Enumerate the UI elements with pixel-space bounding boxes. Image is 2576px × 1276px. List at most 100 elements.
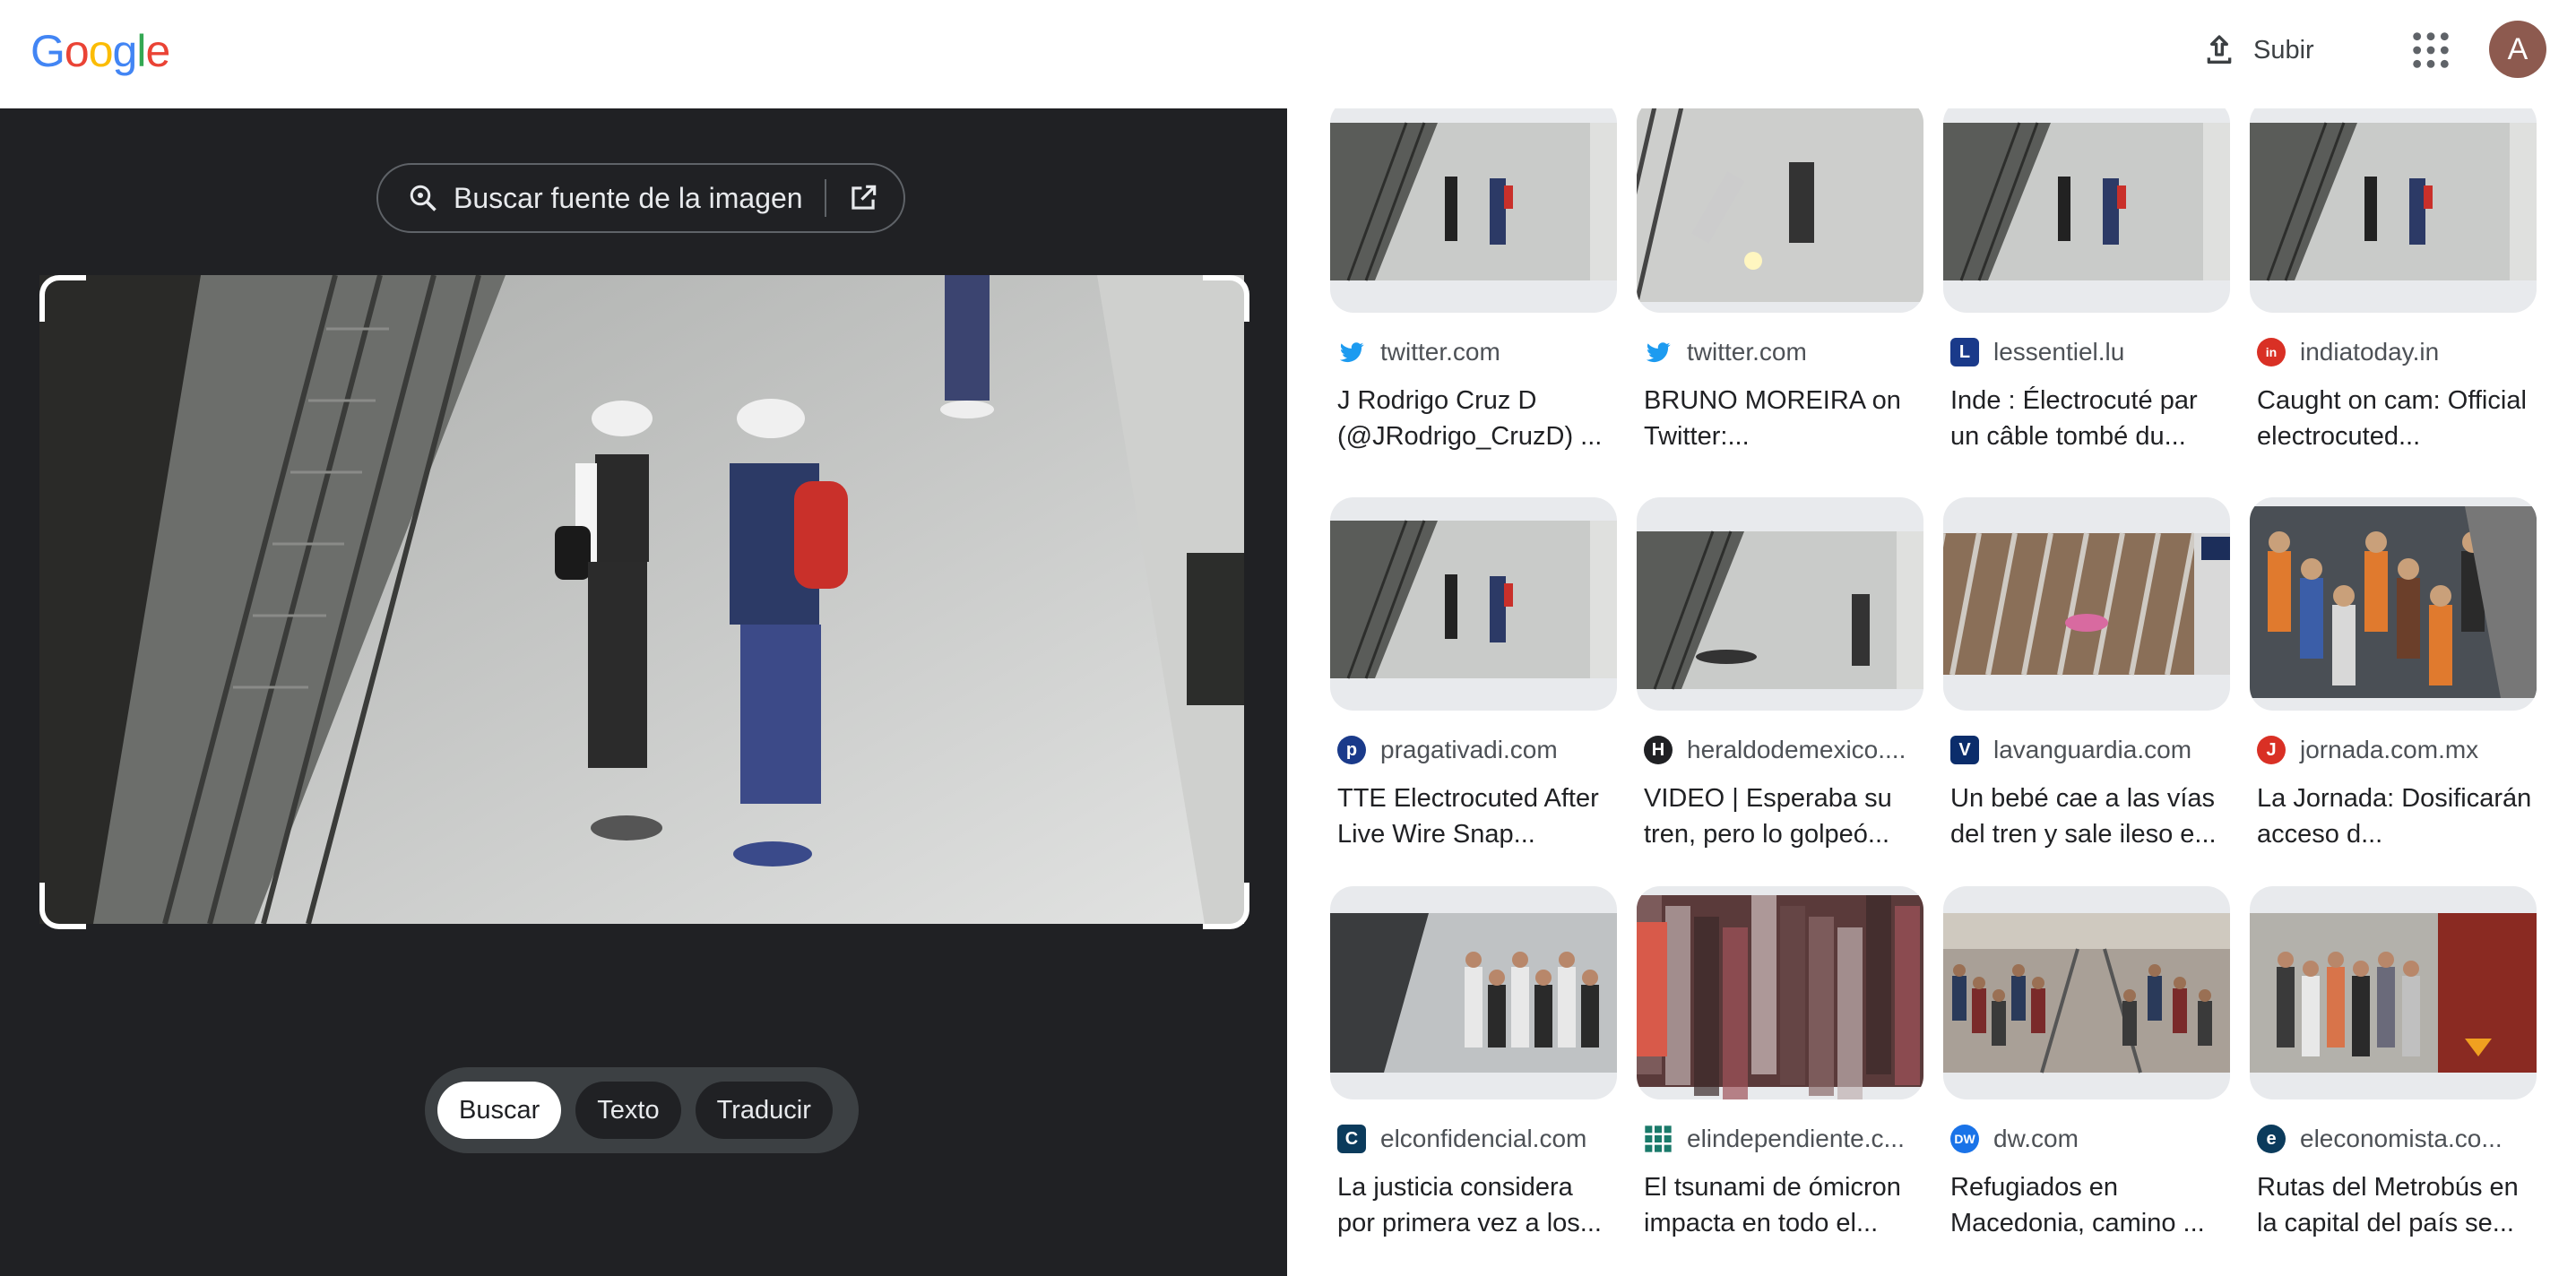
site-favicon-icon: C: [1337, 1125, 1366, 1153]
top-bar: Google Subir A: [0, 0, 2576, 108]
result-thumbnail[interactable]: [1943, 497, 2230, 711]
visual-match-result[interactable]: Celconfidencial.com La justicia considera…: [1330, 886, 1617, 1241]
visual-match-result[interactable]: twitter.com BRUNO MOREIRA on Twitter:...: [1637, 108, 1923, 454]
find-image-source-button[interactable]: Buscar fuente de la imagen: [376, 163, 905, 233]
result-source-name: elindependiente.c...: [1687, 1125, 1905, 1152]
result-thumbnail[interactable]: [2250, 886, 2537, 1099]
result-source[interactable]: elindependiente.c...: [1637, 1125, 1923, 1153]
mode-text-button[interactable]: Texto: [575, 1082, 681, 1139]
site-favicon-icon: in: [2257, 338, 2286, 366]
result-title[interactable]: Rutas del Metrobús en la capital del paí…: [2250, 1169, 2537, 1241]
visual-match-result[interactable]: elindependiente.c... El tsunami de ómicro…: [1637, 886, 1923, 1241]
result-thumbnail[interactable]: [1637, 497, 1923, 711]
visual-match-result[interactable]: DW dw.com Refugiados en Macedonia, camino …: [1943, 886, 2230, 1241]
result-title[interactable]: La Jornada: Dosificarán acceso d...: [2250, 780, 2537, 852]
result-thumbnail[interactable]: [1330, 886, 1617, 1099]
twitter-bird-icon: [1337, 338, 1366, 366]
visual-match-result[interactable]: in indiatoday.in Caught on cam: Official e…: [2250, 108, 2537, 454]
lens-mode-switcher: Buscar Texto Traducir: [425, 1067, 859, 1153]
visual-match-result[interactable]: e eleconomista.co... Rutas del Metrobús en…: [2250, 886, 2537, 1241]
upload-label: Subir: [2253, 35, 2314, 65]
result-title[interactable]: TTE Electrocuted After Live Wire Snap...: [1330, 780, 1617, 852]
visual-match-result[interactable]: Llessentiel.lu Inde : Électrocuté par un …: [1943, 108, 2230, 454]
query-image[interactable]: [39, 275, 1244, 924]
result-thumbnail[interactable]: [2250, 108, 2537, 313]
result-source[interactable]: e eleconomista.co...: [2250, 1125, 2537, 1153]
result-thumbnail[interactable]: [1637, 886, 1923, 1099]
visual-match-result[interactable]: p pragativadi.com TTE Electrocuted After L…: [1330, 497, 1617, 852]
result-source-name: twitter.com: [1687, 338, 1807, 366]
crop-corner-bottom-right[interactable]: [1203, 883, 1249, 929]
google-logo[interactable]: Google: [30, 25, 170, 77]
lens-search-icon: [410, 185, 437, 211]
result-source[interactable]: Jjornada.com.mx: [2250, 736, 2537, 764]
mode-translate-button[interactable]: Traducir: [695, 1082, 833, 1139]
site-favicon-icon: DW: [1950, 1125, 1979, 1153]
result-source[interactable]: p pragativadi.com: [1330, 736, 1617, 764]
result-source[interactable]: twitter.com: [1330, 338, 1617, 366]
result-thumbnail[interactable]: [1943, 886, 2230, 1099]
result-title[interactable]: J Rodrigo Cruz D (@JRodrigo_CruzD) ...: [1330, 383, 1617, 454]
result-title[interactable]: Inde : Électrocuté par un câble tombé du…: [1943, 383, 2230, 454]
result-thumbnail-image: [2250, 913, 2537, 1073]
upload-button[interactable]: Subir: [2201, 25, 2314, 75]
result-source-name: dw.com: [1993, 1125, 2079, 1152]
result-thumbnail-image: [2250, 506, 2537, 698]
result-title[interactable]: La justicia considera por primera vez a …: [1330, 1169, 1617, 1241]
site-favicon-icon: [1644, 1125, 1673, 1153]
result-source-name: eleconomista.co...: [2300, 1125, 2503, 1152]
result-thumbnail-image: [1637, 108, 1923, 303]
crop-corner-bottom-left[interactable]: [39, 883, 86, 929]
result-thumbnail-image: [1943, 122, 2230, 281]
site-favicon-icon: V: [1950, 736, 1979, 764]
result-source[interactable]: Llessentiel.lu: [1943, 338, 2230, 366]
result-title[interactable]: BRUNO MOREIRA on Twitter:...: [1637, 383, 1923, 454]
result-thumbnail-image: [1330, 520, 1617, 679]
site-favicon-icon: L: [1950, 338, 1979, 366]
result-title[interactable]: VIDEO | Esperaba su tren, pero lo golpeó…: [1637, 780, 1923, 852]
crop-corner-top-right[interactable]: [1203, 275, 1249, 322]
result-source[interactable]: DW dw.com: [1943, 1125, 2230, 1153]
result-thumbnail-image: [2250, 122, 2537, 281]
open-in-new-icon[interactable]: [846, 181, 880, 215]
result-thumbnail-image: [1330, 122, 1617, 281]
result-title[interactable]: Un bebé cae a las vías del tren y sale i…: [1943, 780, 2230, 852]
result-thumbnail[interactable]: [2250, 497, 2537, 711]
result-source[interactable]: Vlavanguardia.com: [1943, 736, 2230, 764]
result-source-name: twitter.com: [1380, 338, 1500, 366]
visual-match-result[interactable]: Jjornada.com.mx La Jornada: Dosificarán a…: [2250, 497, 2537, 852]
result-thumbnail-image: [1943, 913, 2230, 1073]
result-source-name: lessentiel.lu: [1993, 338, 2125, 366]
result-source[interactable]: Hheraldodemexico....: [1637, 736, 1923, 764]
result-source-name: indiatoday.in: [2300, 338, 2440, 366]
site-favicon-icon: e: [2257, 1125, 2286, 1153]
result-title[interactable]: Caught on cam: Official electrocuted...: [2250, 383, 2537, 454]
result-title[interactable]: El tsunami de ómicron impacta en todo el…: [1637, 1169, 1923, 1241]
lens-panel: Buscar fuente de la imagen Buscar Texto …: [0, 108, 1287, 1276]
result-thumbnail-image: [1330, 913, 1617, 1073]
result-source-name: elconfidencial.com: [1380, 1125, 1587, 1152]
result-thumbnail[interactable]: [1637, 108, 1923, 313]
site-favicon-icon: H: [1644, 736, 1673, 764]
site-favicon-icon: p: [1337, 736, 1366, 764]
result-thumbnail[interactable]: [1943, 108, 2230, 313]
result-thumbnail-image: [1943, 532, 2230, 676]
result-source[interactable]: Celconfidencial.com: [1330, 1125, 1617, 1153]
visual-match-result[interactable]: Vlavanguardia.com Un bebé cae a las vías …: [1943, 497, 2230, 852]
visual-match-result[interactable]: Hheraldodemexico.... VIDEO | Esperaba su …: [1637, 497, 1923, 852]
visual-match-result[interactable]: twitter.com J Rodrigo Cruz D (@JRodrigo_C…: [1330, 108, 1617, 454]
account-avatar[interactable]: A: [2489, 21, 2546, 78]
mode-search-button[interactable]: Buscar: [437, 1082, 562, 1139]
result-source[interactable]: twitter.com: [1637, 338, 1923, 366]
upload-icon: [2207, 35, 2232, 65]
result-thumbnail[interactable]: [1330, 108, 1617, 313]
result-source-name: pragativadi.com: [1380, 736, 1558, 763]
crop-corner-top-left[interactable]: [39, 275, 86, 322]
result-thumbnail[interactable]: [1330, 497, 1617, 711]
twitter-bird-icon: [1644, 338, 1673, 366]
result-source[interactable]: in indiatoday.in: [2250, 338, 2537, 366]
result-source-name: heraldodemexico....: [1687, 736, 1906, 763]
apps-grid-icon[interactable]: [2410, 30, 2451, 71]
result-title[interactable]: Refugiados en Macedonia, camino ...: [1943, 1169, 2230, 1241]
result-source-name: lavanguardia.com: [1993, 736, 2192, 763]
